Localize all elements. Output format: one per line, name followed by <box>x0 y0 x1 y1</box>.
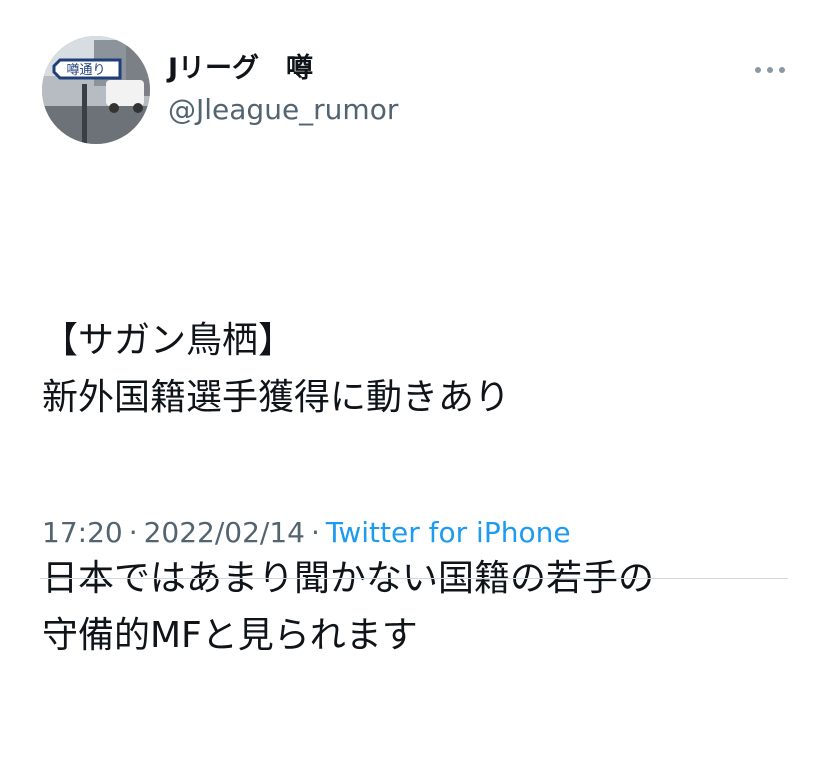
avatar-image: 噂通り <box>42 36 150 144</box>
avatar[interactable]: 噂通り <box>42 36 150 144</box>
divider <box>40 578 788 579</box>
tweet-source-link[interactable]: Twitter for iPhone <box>326 516 571 549</box>
tweet-text: 【サガン鳥栖】 新外国籍選手獲得に動きあり 日本ではあまり聞かない国籍の若手の … <box>42 198 812 778</box>
user-handle[interactable]: @Jleague_rumor <box>168 93 398 127</box>
tweet-paragraph: 【サガン鳥栖】 新外国籍選手獲得に動きあり <box>42 320 511 418</box>
tweet: 噂通り Jリーグ 噂 @Jleague_rumor 【サガン鳥栖】 新外国籍選手… <box>0 0 828 656</box>
avatar-sign-text: 噂通り <box>66 63 105 78</box>
tweet-time[interactable]: 17:20 <box>42 516 123 549</box>
more-horizontal-icon[interactable] <box>752 60 788 80</box>
display-name[interactable]: Jリーグ 噂 <box>168 52 313 86</box>
tweet-date[interactable]: 2022/02/14 <box>144 516 305 549</box>
meta-separator: · <box>128 516 138 549</box>
meta-separator: · <box>311 516 320 549</box>
tweet-meta: 17:20 · 2022/02/14 · Twitter for iPhone <box>42 513 571 553</box>
tweet-paragraph: 日本ではあまり聞かない国籍の若手の 守備的MFと見られます <box>42 558 655 656</box>
